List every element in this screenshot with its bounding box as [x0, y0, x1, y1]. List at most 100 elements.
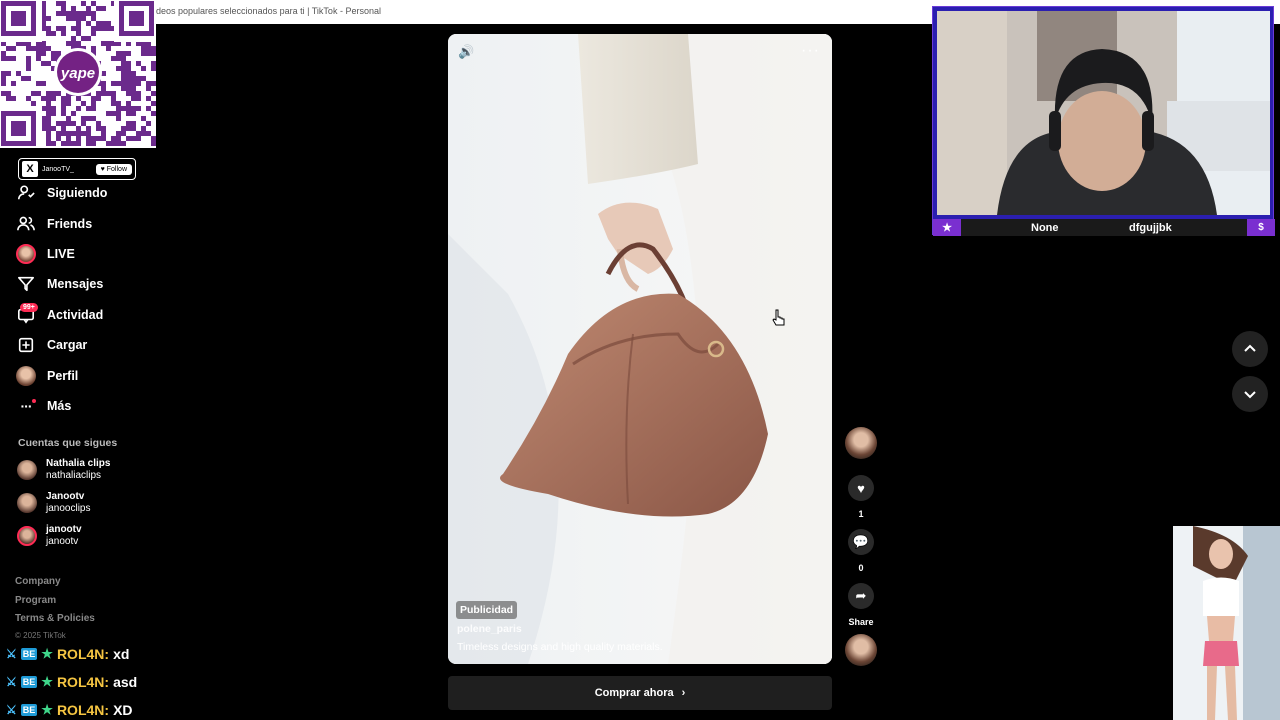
chat-user: ROL4N: — [56, 702, 110, 718]
hand-cursor-icon — [772, 309, 785, 326]
sword-icon: ⚔ — [6, 647, 17, 661]
sidebar-item-label: Mensajes — [47, 277, 104, 292]
account-avatar-live — [17, 526, 37, 546]
shop-now-button[interactable]: Comprar ahora › — [448, 676, 832, 710]
webcam-namebar: ★ None dfgujjbk $ — [933, 219, 1275, 236]
chat-message: ⚔ BE ★ ROL4N: XD — [6, 696, 137, 720]
star-icon: ★ — [41, 674, 53, 689]
activity-badge: 99+ — [20, 302, 38, 312]
profile-avatar — [16, 365, 36, 386]
creator-avatar[interactable] — [845, 427, 877, 459]
star-icon: ★ — [41, 702, 53, 717]
sidebar-item-perfil[interactable]: Perfil — [16, 360, 186, 390]
chat-user: ROL4N: — [56, 646, 110, 662]
sidebar-item-friends[interactable]: Friends — [16, 208, 186, 238]
sidebar-item-label: Actividad — [47, 307, 104, 322]
yape-qr-code: yape yape — [0, 0, 156, 148]
heart-icon: ♥ — [857, 480, 865, 496]
video-frame — [448, 34, 832, 664]
chevron-right-icon: › — [681, 687, 686, 699]
webcam-overlay: ★ None dfgujjbk $ — [932, 6, 1275, 236]
like-button[interactable]: ♥ — [848, 475, 874, 501]
following-heading: Cuentas que sigues — [18, 437, 118, 449]
x-follow-badge: X JanooTV_ ♥ Follow — [18, 158, 136, 180]
qr-logo-label: yape — [60, 65, 95, 82]
account-handle: janooclips — [46, 503, 91, 514]
messages-icon — [16, 274, 36, 294]
comment-icon: 💬 — [852, 534, 870, 549]
coin-icon: $ — [1247, 219, 1275, 236]
live-avatar — [16, 243, 36, 264]
sidebar-item-live[interactable]: LIVE — [16, 239, 186, 269]
sidebar-item-label: Perfil — [47, 368, 79, 383]
chevron-up-icon — [1244, 344, 1256, 352]
chevron-down-icon — [1244, 391, 1256, 399]
overlay-photo — [1173, 526, 1280, 720]
chat-badge: BE — [20, 704, 38, 716]
ad-tag: Publicidad — [456, 601, 518, 619]
shop-now-label: Comprar ahora — [594, 687, 674, 699]
star-icon: ★ — [41, 646, 53, 661]
sidebar-item-label: Más — [47, 398, 72, 413]
notification-dot — [32, 398, 36, 403]
chat-message: ⚔ BE ★ ROL4N: asd — [6, 668, 137, 696]
comment-button[interactable]: 💬 — [848, 529, 874, 555]
account-name: Nathalia clips — [46, 457, 111, 469]
following-account[interactable]: Janootv janooclips — [17, 489, 187, 517]
sidebar-item-label: Siguiendo — [47, 186, 108, 201]
heart-icon: ♥ — [100, 165, 105, 173]
sidebar-footer: Company Program Terms & Policies — [15, 576, 95, 632]
chat-badge: BE — [20, 676, 38, 688]
copyright: © 2025 TikTok — [15, 631, 66, 640]
sound-avatar[interactable] — [845, 634, 877, 666]
sidebar-item-siguiendo[interactable]: Siguiendo — [16, 178, 186, 208]
chat-user: ROL4N: — [56, 674, 110, 690]
upload-icon — [16, 335, 36, 355]
x-username: JanooTV_ — [42, 165, 74, 173]
webcam-video — [937, 11, 1270, 215]
sword-icon: ⚔ — [6, 703, 17, 717]
share-label: Share — [848, 617, 874, 627]
account-avatar — [17, 460, 37, 480]
video-author[interactable]: polene_paris — [457, 623, 522, 635]
video-description: Timeless designs and high quality materi… — [457, 641, 663, 653]
footer-link-program[interactable]: Program — [15, 595, 95, 614]
account-handle: janootv — [46, 536, 79, 547]
like-count: 1 — [858, 509, 864, 519]
x-follow-button: ♥ Follow — [95, 163, 132, 175]
sidebar-item-label: Cargar — [47, 338, 88, 353]
video-player[interactable]: 🔊 ··· Publicidad polene_paris Timeless d… — [448, 34, 832, 664]
account-name: janootv — [46, 523, 82, 535]
share-icon: ➦ — [855, 588, 867, 603]
sidebar-nav: Siguiendo Friends LIVE Mensajes 99+ Acti… — [16, 178, 186, 421]
sidebar-item-cargar[interactable]: Cargar — [16, 330, 186, 360]
share-button[interactable]: ➦ — [848, 583, 874, 609]
following-icon — [16, 183, 36, 203]
account-handle: nathaliaclips — [46, 470, 102, 481]
chat-text: asd — [113, 674, 138, 690]
following-account[interactable]: janootv janootv — [17, 522, 187, 550]
more-options-icon[interactable]: ··· — [801, 42, 820, 60]
chat-text: xd — [113, 646, 130, 662]
chat-message: ⚔ BE ★ ROL4N: xd — [6, 640, 137, 668]
sidebar-item-mensajes[interactable]: Mensajes — [16, 269, 186, 299]
x-logo-icon: X — [22, 161, 38, 177]
next-video-button[interactable] — [1232, 376, 1268, 412]
webcam-name-left: None — [1031, 221, 1059, 234]
following-account[interactable]: Nathalia clips nathaliaclips — [17, 456, 187, 484]
chat-badge: BE — [20, 648, 38, 660]
footer-link-company[interactable]: Company — [15, 576, 95, 595]
comment-count: 0 — [858, 563, 864, 573]
sidebar-item-label: LIVE — [47, 246, 75, 261]
volume-icon[interactable]: 🔊 — [458, 44, 474, 60]
sidebar-item-actividad[interactable]: 99+ Actividad — [16, 300, 186, 330]
stream-chat: ⚔ BE ★ ROL4N: xd ⚔ BE ★ ROL4N: asd ⚔ BE … — [6, 640, 137, 720]
footer-link-terms[interactable]: Terms & Policies — [15, 613, 95, 632]
sidebar-item-mas[interactable]: ··· Más — [16, 391, 186, 421]
sidebar-item-label: Friends — [47, 216, 93, 231]
sword-icon: ⚔ — [6, 675, 17, 689]
window-title: deos populares seleccionados para ti | T… — [156, 6, 381, 16]
account-name: Janootv — [46, 490, 85, 502]
previous-video-button[interactable] — [1232, 331, 1268, 367]
chat-text: XD — [113, 702, 133, 718]
